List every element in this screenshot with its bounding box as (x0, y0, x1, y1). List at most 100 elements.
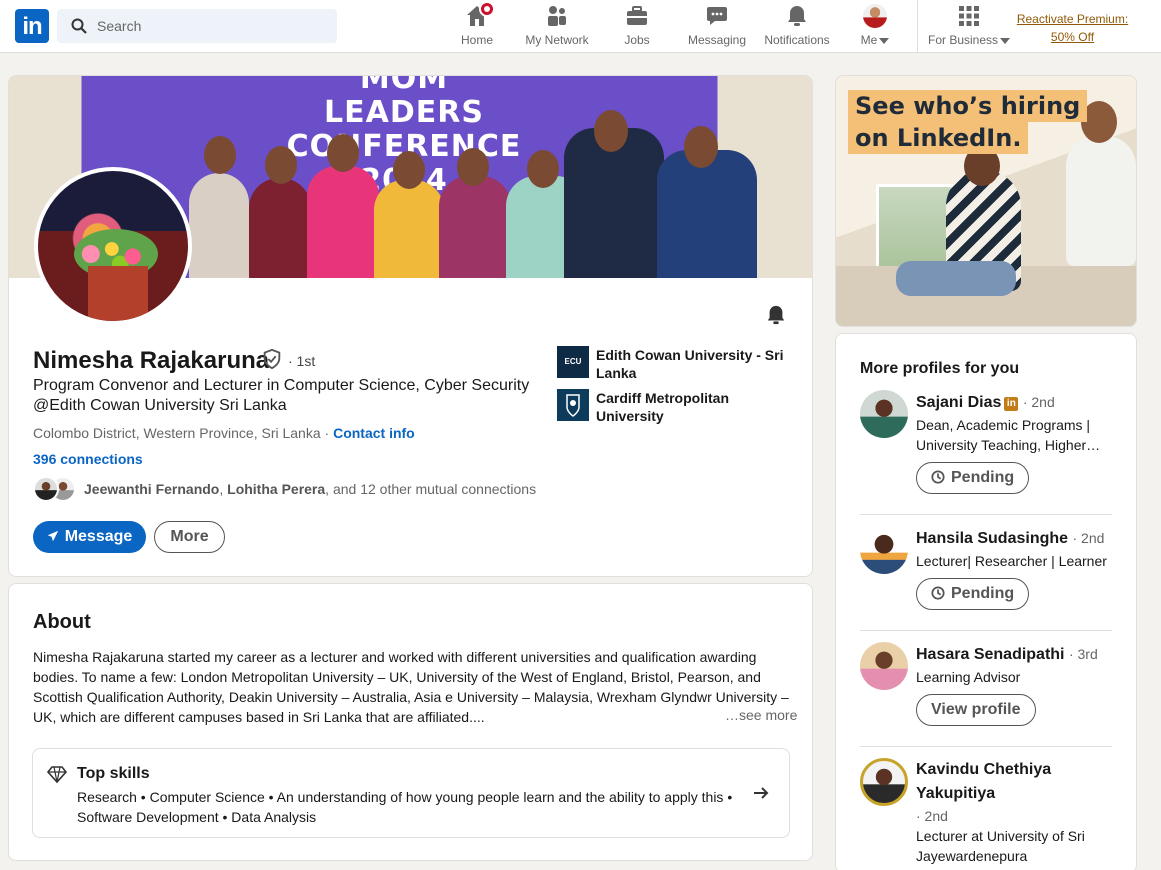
search-bar[interactable] (57, 9, 337, 43)
nav-home-label: Home (460, 33, 493, 47)
nav-messaging[interactable]: Messaging (684, 4, 750, 50)
clock-icon (931, 586, 945, 600)
education-name: Cardiff Metropolitan University (596, 390, 729, 424)
cardiff-met-logo (557, 389, 589, 421)
banner-person-head (457, 148, 489, 186)
avatar[interactable] (860, 390, 908, 438)
divider (860, 630, 1112, 631)
profile-name: Nimesha Rajakaruna (33, 347, 270, 374)
suggestion-headline-line2: Jayewardenepura (916, 848, 1028, 864)
pending-button[interactable]: Pending (916, 462, 1030, 494)
suggestion-name-line2[interactable]: Yakupitiya (916, 782, 995, 806)
banner-person (307, 166, 379, 278)
profile-location-line: Colombo District, Western Province, Sri … (33, 425, 415, 441)
top-navigation: in Home My Network Jobs Messaging Notifi… (0, 0, 1161, 53)
send-icon (47, 530, 58, 542)
arrow-right-icon[interactable] (751, 783, 771, 803)
view-profile-button[interactable]: View profile (916, 694, 1036, 726)
diamond-icon (47, 766, 67, 784)
nav-notifications-label: Notifications (764, 33, 830, 47)
suggestion-headline-line1: Lecturer at University of Sri (916, 828, 1085, 844)
suggestion-name[interactable]: Hasara Senadipathi (916, 646, 1065, 663)
more-profiles-heading: More profiles for you (860, 360, 1020, 377)
connection-degree: · 2nd (1022, 394, 1055, 410)
linkedin-premium-icon: in (1004, 397, 1019, 411)
nav-my-network[interactable]: My Network (520, 4, 594, 50)
premium-line1: Reactivate Premium: (1016, 12, 1129, 26)
banner-person (249, 178, 311, 278)
banner-person (439, 176, 511, 278)
nav-divider (917, 0, 918, 53)
top-skills-box[interactable]: Top skills Research • Computer Science •… (32, 748, 790, 838)
nav-me[interactable]: Me (852, 4, 898, 50)
more-button[interactable]: More (154, 521, 225, 553)
profile-suggestion: Sajani Dias in · 2nd Dean, Academic Progr… (860, 390, 1114, 500)
see-more-link[interactable]: …see more (721, 707, 798, 723)
suggestion-name[interactable]: Sajani Dias (916, 394, 1001, 411)
avatar[interactable] (860, 758, 908, 806)
divider (860, 514, 1112, 515)
hiring-ad[interactable]: See who’s hiring on LinkedIn. (835, 75, 1137, 327)
avatar (33, 476, 59, 502)
nav-jobs[interactable]: Jobs (612, 4, 662, 50)
avatar[interactable] (860, 642, 908, 690)
divider (860, 746, 1112, 747)
bell-icon (785, 4, 809, 28)
profile-suggestion: Hansila Sudasinghe · 2nd Lecturer| Resea… (860, 526, 1114, 616)
connection-degree: · 2nd (1072, 530, 1105, 546)
profile-headline: Program Convenor and Lecturer in Compute… (33, 377, 530, 414)
linkedin-logo[interactable]: in (15, 9, 49, 43)
grid-icon (957, 4, 981, 28)
connection-degree: · 2nd (916, 808, 948, 824)
profile-photo[interactable] (34, 167, 192, 325)
nav-jobs-label: Jobs (624, 33, 650, 47)
nav-for-business[interactable]: For Business (926, 4, 1012, 50)
banner-person-head (393, 151, 425, 189)
top-skills-list: Research • Computer Science • An underst… (77, 789, 733, 825)
nav-my-network-label: My Network (525, 33, 589, 47)
connection-degree: · 3rd (1068, 646, 1098, 662)
about-heading: About (33, 611, 91, 633)
banner-person (657, 150, 757, 278)
banner-person-head (204, 136, 236, 174)
contact-info-link[interactable]: Contact info (333, 425, 415, 441)
me-avatar (863, 4, 887, 28)
bell-icon[interactable] (765, 304, 787, 326)
suggestion-name[interactable]: Kavindu Chethiya (916, 758, 1051, 782)
suggestion-name[interactable]: Hansila Sudasinghe (916, 530, 1068, 547)
banner-person (189, 173, 249, 278)
verified-shield-icon[interactable] (261, 348, 283, 370)
banner-person-head (327, 134, 359, 172)
ecu-logo: ECU (557, 346, 589, 378)
search-input[interactable] (97, 9, 327, 43)
more-profiles-card: More profiles for you Sajani Dias in · 2n… (835, 333, 1137, 870)
connection-degree: · 1st (288, 353, 316, 369)
top-skills-heading: Top skills (77, 765, 150, 782)
briefcase-icon (625, 4, 649, 28)
banner-person-head (594, 110, 628, 152)
about-card: About Nimesha Rajakaruna started my care… (8, 583, 813, 861)
avatar[interactable] (860, 526, 908, 574)
message-button[interactable]: Message (33, 521, 146, 553)
nav-notifications[interactable]: Notifications (760, 4, 834, 50)
suggestion-headline-line1: Lecturer| Researcher | Learner (916, 553, 1107, 569)
nav-for-business-label: For Business (927, 33, 999, 47)
network-icon (545, 4, 569, 28)
banner-person (374, 180, 444, 278)
nav-messaging-label: Messaging (687, 33, 747, 47)
chevron-down-icon (879, 37, 890, 44)
clock-icon (931, 470, 945, 484)
nav-home[interactable]: Home (452, 1, 502, 50)
suggestion-headline-line1: Dean, Academic Programs | (916, 417, 1091, 433)
suggestion-headline-line1: Learning Advisor (916, 669, 1021, 685)
reactivate-premium-link[interactable]: Reactivate Premium: 50% Off (1010, 10, 1135, 46)
about-text: Nimesha Rajakaruna started my career as … (33, 649, 789, 725)
pending-button[interactable]: Pending (916, 578, 1030, 610)
home-icon (465, 1, 495, 28)
premium-line2: 50% Off (1050, 30, 1095, 44)
profile-location: Colombo District, Western Province, Sri … (33, 425, 321, 441)
chevron-down-icon (1000, 37, 1011, 44)
connections-count-link[interactable]: 396 connections (33, 451, 143, 467)
banner-person-head (684, 126, 718, 168)
suggestion-headline-line2: University Teaching, Higher… (916, 437, 1101, 453)
